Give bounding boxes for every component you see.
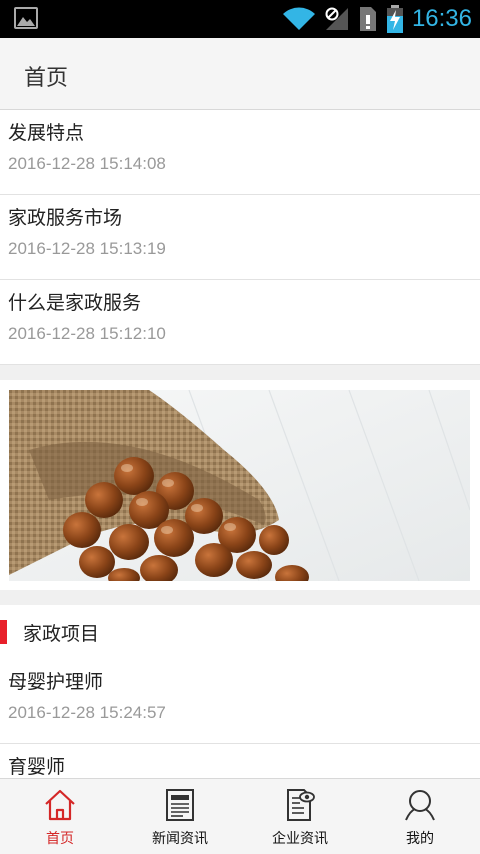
hazelnut-banner-image[interactable] [9,390,470,581]
no-sim-signal-icon [325,7,348,30]
news-date: 2016-12-28 15:12:10 [8,324,166,343]
home-content[interactable]: 发展特点 2016-12-28 15:14:08 家政服务市场 2016-12-… [0,110,480,778]
gallery-notification-icon [14,7,38,29]
news-item[interactable]: 发展特点 2016-12-28 15:14:08 [0,110,480,195]
tab-label: 首页 [46,831,74,847]
app-header: 首页 [0,38,480,110]
news-title: 发展特点 [8,122,85,144]
list-item[interactable]: 育婴师 [0,744,480,778]
tab-company-info[interactable]: 企业资讯 [240,779,360,854]
page-title: 首页 [24,66,69,91]
battery-charging-icon [386,5,403,33]
clock: 16:36 [411,5,472,32]
section-header: 家政项目 [0,605,480,659]
tab-profile[interactable]: 我的 [360,779,480,854]
item-date: 2016-12-28 15:24:57 [8,703,166,722]
wifi-icon [282,7,315,30]
status-indicators: 16:36 [282,0,472,38]
section-accent-bar [0,620,7,644]
project-list: 母婴护理师 2016-12-28 15:24:57 育婴师 [0,659,480,778]
user-icon [405,790,435,821]
status-bar: 16:36 [0,0,480,38]
news-title: 家政服务市场 [8,207,123,229]
tab-home[interactable]: 首页 [0,779,120,854]
bottom-tab-bar: 首页 新闻资讯 企业资讯 我的 [0,778,480,854]
news-list: 发展特点 2016-12-28 15:14:08 家政服务市场 2016-12-… [0,110,480,365]
news-date: 2016-12-28 15:13:19 [8,239,166,258]
home-icon [45,789,75,821]
item-title: 母婴护理师 [8,671,104,693]
news-item[interactable]: 家政服务市场 2016-12-28 15:13:19 [0,195,480,280]
tab-label: 新闻资讯 [152,831,208,847]
section-title: 家政项目 [23,623,100,645]
section-divider [0,590,480,605]
banner-container [0,380,480,590]
company-info-icon [287,789,315,821]
item-title: 育婴师 [8,756,66,778]
list-item[interactable]: 母婴护理师 2016-12-28 15:24:57 [0,659,480,744]
section-divider [0,365,480,380]
news-date: 2016-12-28 15:14:08 [8,154,166,173]
newspaper-icon [166,789,194,821]
sim-alert-icon [359,7,376,31]
tab-label: 企业资讯 [272,831,328,847]
tab-label: 我的 [406,831,434,847]
tab-news[interactable]: 新闻资讯 [120,779,240,854]
news-title: 什么是家政服务 [8,292,142,314]
news-item[interactable]: 什么是家政服务 2016-12-28 15:12:10 [0,280,480,365]
